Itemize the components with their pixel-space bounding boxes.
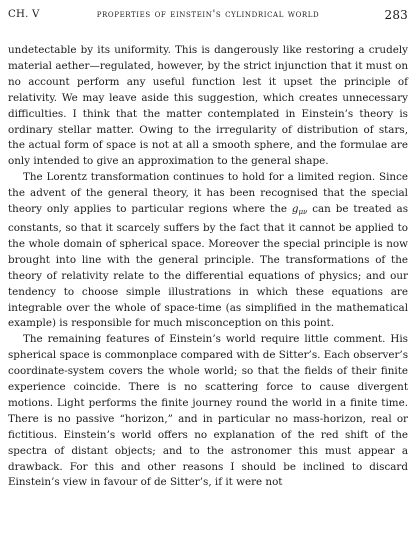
running-head: CH. V PROPERTIES OF EINSTEIN'S CYLINDRIC… (8, 6, 408, 24)
paragraph-2: The Lorentz transformation continues to … (8, 170, 408, 332)
metric-tensor-base: g (291, 203, 299, 216)
paragraph-1-text: undetectable by its uniformity. This is … (8, 44, 408, 168)
paragraph-1: undetectable by its uniformity. This is … (8, 43, 408, 170)
running-title: PROPERTIES OF EINSTEIN'S CYLINDRICAL WOR… (96, 9, 320, 20)
metric-tensor-subscript: μν (298, 208, 308, 217)
body-text: undetectable by its uniformity. This is … (8, 43, 408, 491)
page-number: 283 (384, 8, 408, 22)
paragraph-2-text-b: can be treated as constants, so that it … (8, 203, 408, 330)
paragraph-3-text: The remaining features of Einstein’s wor… (8, 333, 408, 489)
metric-tensor-symbol: gμν (291, 203, 308, 217)
book-page: CH. V PROPERTIES OF EINSTEIN'S CYLINDRIC… (8, 6, 408, 491)
paragraph-3: The remaining features of Einstein’s wor… (8, 332, 408, 491)
